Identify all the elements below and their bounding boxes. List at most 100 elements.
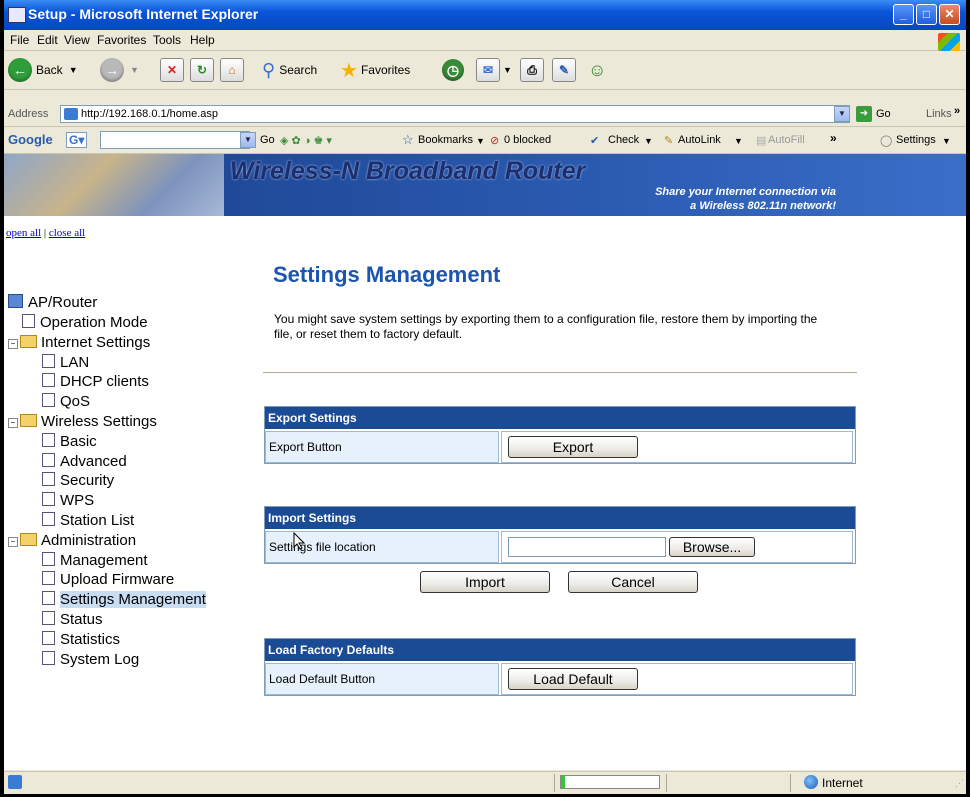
forward-button[interactable]: → ▼ — [100, 56, 139, 84]
status-separator — [666, 774, 667, 792]
address-dropdown-icon[interactable]: ▼ — [834, 106, 850, 122]
go-button[interactable]: Go — [876, 108, 891, 120]
collapse-icon[interactable]: − — [8, 537, 18, 547]
open-all-link[interactable]: open all — [6, 227, 41, 239]
settings-file-input[interactable] — [508, 537, 666, 557]
page-title: Settings Management — [273, 262, 501, 287]
tree-item-settings-management[interactable]: Settings Management — [42, 590, 206, 609]
tree-item-label: Internet Settings — [41, 334, 151, 351]
maximize-button[interactable]: □ — [916, 4, 937, 25]
tree-item-station-list[interactable]: Station List — [42, 511, 134, 530]
tree-item-upload-firmware[interactable]: Upload Firmware — [42, 570, 174, 589]
page-icon — [22, 314, 35, 328]
tree-item-dhcp-clients[interactable]: DHCP clients — [42, 372, 149, 391]
minimize-button[interactable]: _ — [893, 4, 914, 25]
tree-item-lan[interactable]: LAN — [42, 353, 89, 372]
tree-item-label: Upload Firmware — [60, 571, 175, 588]
home-button[interactable]: ⌂ — [220, 56, 244, 84]
menu-edit[interactable]: Edit — [37, 33, 58, 47]
chevron-right-icon[interactable]: » — [954, 105, 960, 117]
mail-button[interactable]: ✉ ▼ — [476, 56, 512, 84]
check-button[interactable]: Check — [608, 134, 639, 146]
home-icon: ⌂ — [220, 58, 244, 82]
tree-item-operation-mode[interactable]: Operation Mode — [22, 313, 148, 332]
menu-view[interactable]: View — [64, 33, 90, 47]
import-settings-header: Import Settings — [265, 507, 855, 529]
back-button[interactable]: ← Back ▼ — [8, 56, 78, 84]
print-icon: ⎙ — [520, 58, 544, 82]
google-logo: Google — [8, 132, 53, 147]
page-viewport: Wireless-N Broadband Router Share your I… — [4, 154, 966, 770]
tree-item-advanced[interactable]: Advanced — [42, 452, 127, 471]
autofill-button[interactable]: AutoFill — [768, 134, 805, 146]
page-icon — [42, 512, 55, 526]
history-button[interactable]: ◷ — [442, 56, 464, 84]
chevron-down-icon: ▼ — [734, 136, 743, 146]
history-icon: ◷ — [442, 59, 464, 81]
window-titlebar: Setup - Microsoft Internet Explorer _ □ … — [4, 0, 966, 30]
address-input[interactable]: http://192.168.0.1/home.asp — [60, 105, 850, 123]
tree-item-qos[interactable]: QoS — [42, 392, 90, 411]
collapse-icon[interactable]: − — [8, 339, 18, 349]
tree-folder-administration[interactable]: − Administration — [8, 531, 136, 550]
import-button[interactable]: Import — [420, 571, 550, 593]
divider — [263, 372, 857, 373]
page-icon — [42, 433, 55, 447]
google-go-button[interactable]: Go — [260, 134, 275, 146]
tree-item-label: WPS — [60, 492, 95, 509]
progress-fill — [561, 776, 565, 788]
tree-item-security[interactable]: Security — [42, 471, 114, 490]
close-all-link[interactable]: close all — [49, 227, 85, 239]
tree-folder-internet-settings[interactable]: − Internet Settings — [8, 333, 150, 352]
edit-button[interactable]: ✎ — [552, 56, 576, 84]
tree-item-label: Security — [60, 472, 115, 489]
links-button[interactable]: Links — [926, 108, 952, 120]
tree-item-management[interactable]: Management — [42, 551, 148, 570]
banner-tagline-1: Share your Internet connection via — [655, 186, 836, 198]
stop-button[interactable]: ✕ — [160, 56, 184, 84]
print-button[interactable]: ⎙ — [520, 56, 544, 84]
google-g-icon[interactable]: G▾ — [66, 132, 88, 148]
cancel-button[interactable]: Cancel — [568, 571, 698, 593]
chevron-right-icon[interactable]: » — [830, 131, 837, 145]
browse-button[interactable]: Browse... — [669, 537, 755, 557]
tree-item-label: Management — [60, 552, 148, 569]
tree-item-statistics[interactable]: Statistics — [42, 630, 120, 649]
bookmarks-button[interactable]: Bookmarks — [418, 134, 473, 146]
star-icon: ★ — [340, 59, 358, 82]
menu-file[interactable]: File — [10, 33, 29, 47]
google-search-input[interactable] — [100, 131, 250, 149]
refresh-button[interactable]: ↻ — [190, 56, 214, 84]
tree-item-label: Operation Mode — [40, 314, 148, 331]
page-status-icon — [8, 775, 22, 789]
popup-blocked-count[interactable]: 0 blocked — [504, 134, 551, 146]
folder-icon — [20, 335, 37, 348]
menu-favorites[interactable]: Favorites — [97, 33, 146, 47]
menu-tools[interactable]: Tools — [153, 33, 181, 47]
tree-item-system-log[interactable]: System Log — [42, 650, 139, 669]
autolink-button[interactable]: AutoLink — [678, 134, 721, 146]
tree-item-status[interactable]: Status — [42, 610, 103, 629]
messenger-button[interactable]: ☺ — [588, 56, 606, 84]
tree-item-wps[interactable]: WPS — [42, 491, 94, 510]
ie-icon — [8, 7, 26, 23]
tree-item-basic[interactable]: Basic — [42, 432, 97, 451]
settings-button[interactable]: Settings — [896, 134, 936, 146]
collapse-icon[interactable]: − — [8, 418, 18, 428]
forward-arrow-icon: → — [100, 58, 124, 82]
go-arrow-icon[interactable]: ➜ — [856, 106, 872, 122]
google-options-icons[interactable]: ◈ ✿ ◑ ♚ ▾ — [280, 134, 332, 147]
google-dropdown-icon[interactable]: ▼ — [240, 132, 256, 148]
favorites-button[interactable]: ★ Favorites — [340, 56, 410, 84]
tree-item-label: DHCP clients — [60, 373, 149, 390]
search-button[interactable]: ⚲ Search — [262, 56, 317, 84]
load-default-button[interactable]: Load Default — [508, 668, 638, 690]
tree-root[interactable]: AP/Router — [8, 293, 97, 312]
page-icon — [42, 631, 55, 645]
tree-folder-wireless-settings[interactable]: − Wireless Settings — [8, 412, 157, 431]
address-label: Address — [8, 108, 49, 120]
resize-grip-icon[interactable]: ⋰ — [955, 778, 964, 789]
menu-help[interactable]: Help — [190, 33, 215, 47]
close-button[interactable]: ✕ — [939, 4, 960, 25]
export-button[interactable]: Export — [508, 436, 638, 458]
